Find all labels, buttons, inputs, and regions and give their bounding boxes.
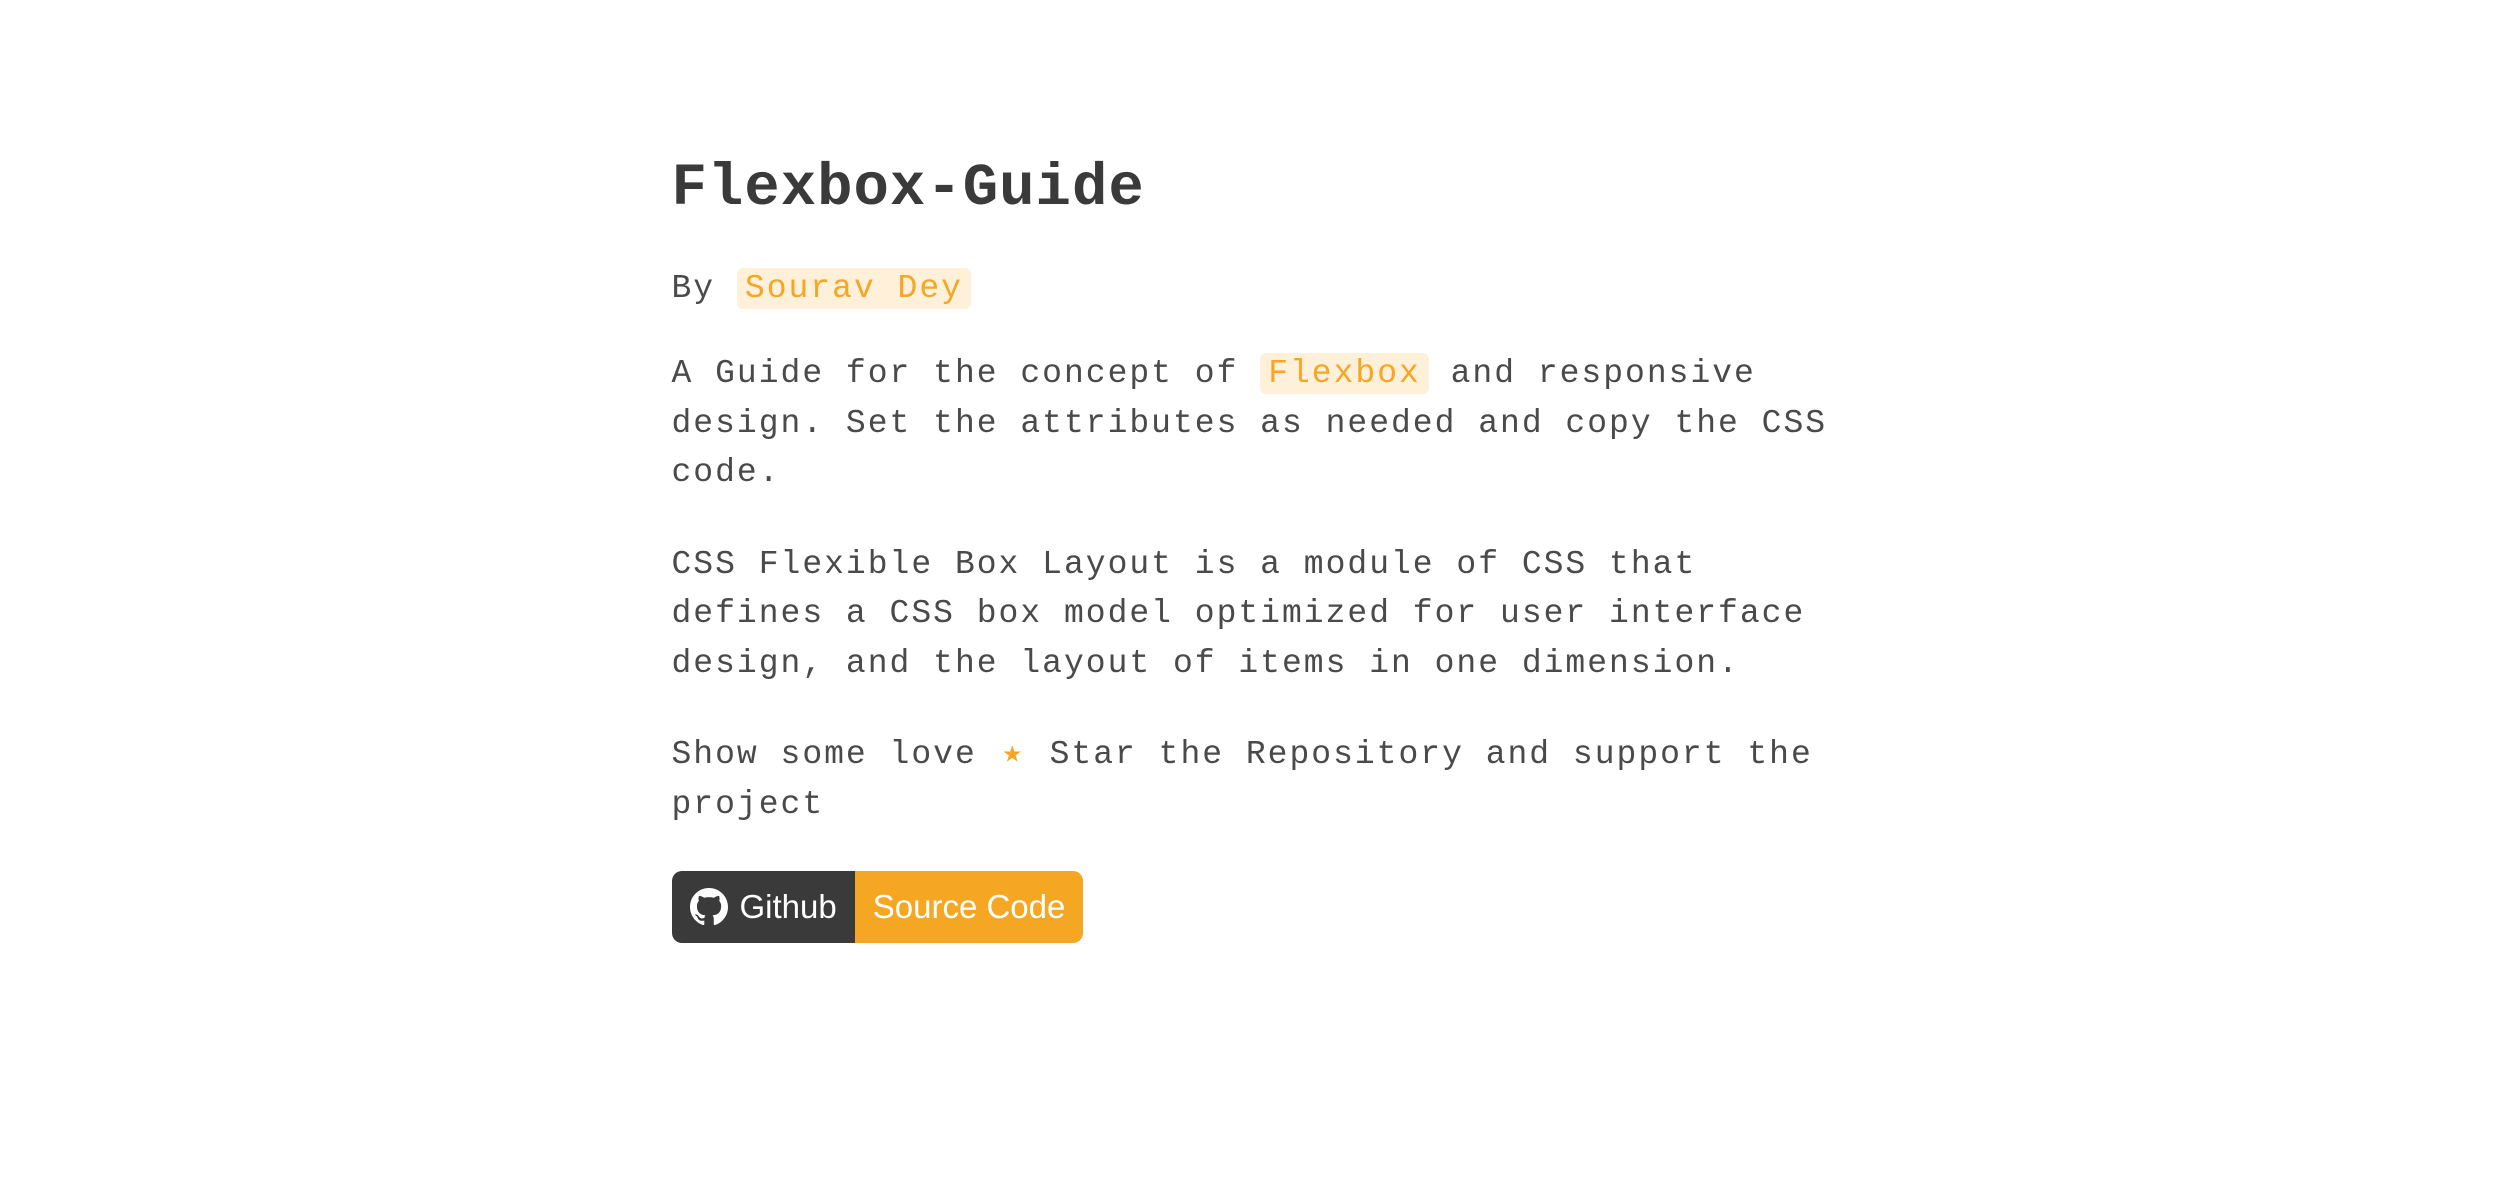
description-paragraph: CSS Flexible Box Layout is a module of C… — [672, 540, 1837, 689]
para1-prefix: A Guide for the concept of — [672, 355, 1261, 392]
github-button-left: Github — [672, 871, 855, 943]
support-prefix: Show some love — [672, 736, 999, 773]
main-content: Flexbox-Guide By Sourav Dey A Guide for … — [672, 155, 1837, 1185]
byline: By Sourav Dey — [672, 270, 1837, 307]
github-button-right-label: Source Code — [873, 888, 1066, 926]
author-link[interactable]: Sourav Dey — [737, 268, 971, 309]
github-source-button[interactable]: Github Source Code — [672, 871, 1084, 943]
byline-prefix: By — [672, 270, 737, 307]
star-icon: ★ — [1003, 730, 1024, 778]
intro-paragraph: A Guide for the concept of Flexbox and r… — [672, 349, 1837, 498]
page-title: Flexbox-Guide — [672, 155, 1837, 222]
flexbox-link[interactable]: Flexbox — [1260, 353, 1429, 394]
support-paragraph: Show some love ★ Star the Repository and… — [672, 730, 1837, 829]
github-button-right: Source Code — [855, 871, 1084, 943]
github-icon — [690, 888, 728, 926]
github-button-left-label: Github — [740, 888, 837, 926]
